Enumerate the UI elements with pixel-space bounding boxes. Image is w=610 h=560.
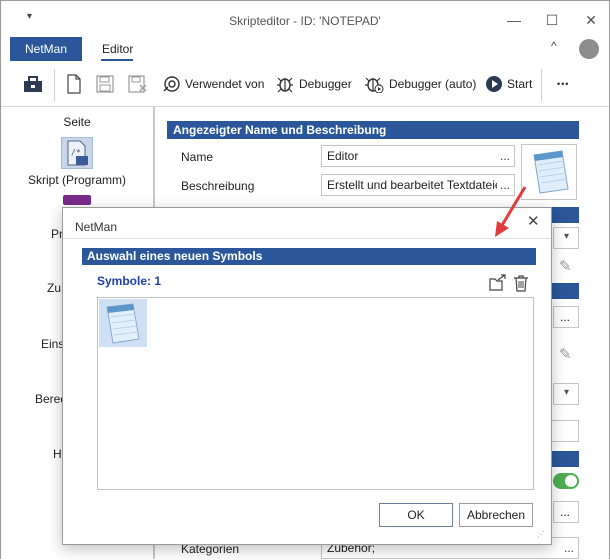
description-label: Beschreibung [181,179,255,193]
toolbar: Verwendet von Debugger Debugger (auto) S… [1,63,609,107]
maximize-icon[interactable]: ☐ [537,9,567,31]
dialog-divider [63,238,551,239]
script-page-icon: /* [67,140,88,166]
dropdown-icon: ▾ [564,231,570,242]
symbol-item[interactable] [99,299,147,347]
open-folder-button[interactable] [489,274,507,295]
nav-header: Seite [63,115,91,129]
start-button[interactable]: Start [485,71,532,97]
toolbox-button[interactable] [23,71,43,97]
used-by-icon [163,76,180,92]
collapse-ribbon-icon[interactable]: ^ [551,39,557,53]
debugger-button[interactable]: Debugger [275,71,352,97]
dropdown-partial[interactable]: ▾ [553,383,579,405]
nav-item-script-program[interactable]: Skript (Programm) [1,173,153,187]
description-value: Erstellt und bearbeitet Textdateien [327,178,509,192]
dialog-section-header: Auswahl eines neuen Symbols [82,248,536,265]
open-folder-icon [489,274,506,291]
toolbar-separator [54,69,55,101]
ribbon-tabs: NetMan Editor ^ [1,37,609,63]
script-program-icon[interactable]: /* [61,137,93,169]
dropdown-partial[interactable]: ▾ [553,227,579,249]
save-close-icon [128,75,147,93]
debugger-auto-button[interactable]: Debugger (auto) [363,71,476,97]
save-button[interactable] [96,71,114,97]
notepad-icon [106,303,140,344]
used-by-label: Verwendet von [185,77,265,91]
nav-item-partial[interactable]: Zu [47,281,61,295]
edit-icon[interactable]: ✎ [559,345,572,363]
play-icon [486,76,502,92]
field-partial[interactable]: ... [553,306,579,328]
name-label: Name [181,150,214,164]
used-by-button[interactable]: Verwendet von [163,71,264,97]
nav-item-partial[interactable]: H [53,447,62,461]
new-document-icon [67,74,81,94]
tab-netman[interactable]: NetMan [10,37,82,61]
toolbar-separator [541,69,542,101]
delete-button[interactable] [513,274,529,295]
tab-editor[interactable]: Editor [102,37,133,61]
active-tab-indicator [101,59,133,61]
save-close-button[interactable] [128,71,148,97]
edit-icon[interactable]: ✎ [559,257,572,275]
properties-icon[interactable] [63,195,91,205]
categories-browse-button[interactable]: ... [564,538,574,558]
minimize-icon[interactable]: — [499,9,529,31]
new-button[interactable] [66,71,82,97]
name-field[interactable]: Editor ... [321,145,515,167]
notepad-icon [533,150,569,194]
symbol-count: Symbole: 1 [97,274,162,288]
browse-button[interactable]: ... [560,505,570,519]
title-bar: ▾ Skripteditor - ID: 'NOTEPAD' — ☐ ✕ [1,1,609,37]
more-options-button[interactable]: ••• [557,71,569,97]
program-icon-preview[interactable] [521,144,577,200]
script-editor-window: ▾ Skripteditor - ID: 'NOTEPAD' — ☐ ✕ Net… [0,0,610,559]
dropdown-icon: ▾ [564,387,570,398]
bug-auto-icon [365,77,384,93]
resize-grip-icon[interactable]: ⋰ [537,530,545,539]
ok-button[interactable]: OK [379,503,453,527]
dialog-title: NetMan [75,220,118,234]
svg-text:/*: /* [71,148,81,157]
text-field-partial[interactable] [551,420,579,442]
user-avatar[interactable] [579,39,599,59]
section-header: Angezeigter Name und Beschreibung [167,121,579,139]
browse-button[interactable]: ... [560,310,570,324]
start-label: Start [507,77,533,91]
toolbox-icon [24,76,42,92]
debugger-label: Debugger [299,77,352,91]
bug-icon [277,77,293,93]
toggle-knob [565,475,577,487]
save-icon [96,75,114,93]
debugger-auto-label: Debugger (auto) [389,77,477,91]
cancel-button[interactable]: Abbrechen [459,503,533,527]
description-browse-button[interactable]: ... [496,175,510,195]
close-icon[interactable]: ✕ [576,9,606,31]
dialog-close-icon[interactable]: ✕ [527,212,540,230]
symbol-selection-dialog: NetMan ✕ Auswahl eines neuen Symbols Sym… [62,207,552,545]
name-value: Editor [327,149,359,163]
field-partial[interactable]: ... [553,501,579,523]
trash-icon [514,275,528,292]
toggle-switch[interactable] [553,473,579,489]
symbol-list[interactable] [97,297,534,490]
description-field[interactable]: Erstellt und bearbeitet Textdateien ... [321,174,515,196]
nav-item-partial[interactable]: Eins [41,337,64,351]
name-browse-button[interactable]: ... [500,146,510,166]
